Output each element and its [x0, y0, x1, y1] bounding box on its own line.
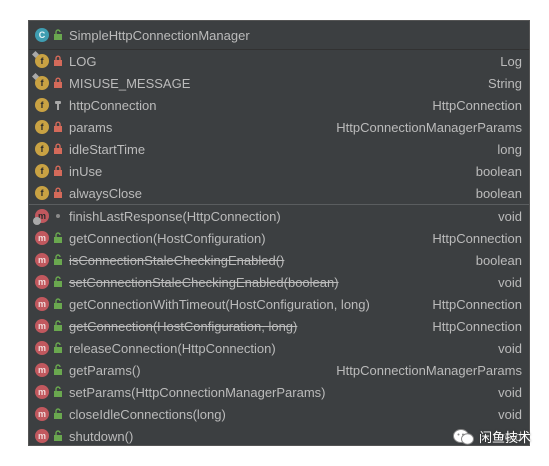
package-visibility-icon [53, 210, 63, 222]
field-name: inUse [69, 163, 103, 179]
method-icon: m [35, 429, 49, 443]
field-row[interactable]: f params HttpConnectionManagerParams [29, 116, 529, 138]
field-icon: f [35, 164, 49, 178]
static-field-icon: f [35, 54, 49, 68]
return-type: HttpConnection [432, 296, 522, 312]
method-row[interactable]: m closeIdleConnections(long) void [29, 403, 529, 425]
public-visibility-icon [53, 232, 63, 244]
private-visibility-icon [53, 187, 63, 199]
return-type: HttpConnectionManagerParams [336, 362, 522, 378]
private-visibility-icon [53, 165, 63, 177]
field-type: boolean [475, 185, 522, 201]
return-type: void [498, 406, 522, 422]
method-signature: isConnectionStaleCheckingEnabled() [69, 252, 285, 268]
field-icon: f [35, 120, 49, 134]
public-visibility-icon [53, 386, 63, 398]
private-visibility-icon [53, 55, 63, 67]
method-row[interactable]: m releaseConnection(HttpConnection) void [29, 337, 529, 359]
public-visibility-icon [53, 276, 63, 288]
method-row[interactable]: m isConnectionStaleCheckingEnabled() boole… [29, 249, 529, 271]
field-type: HttpConnection [432, 97, 522, 113]
public-visibility-icon [53, 430, 63, 442]
return-type: HttpConnection [432, 318, 522, 334]
method-icon: m [35, 253, 49, 267]
field-icon: f [35, 142, 49, 156]
field-type: boolean [475, 163, 522, 179]
wechat-icon [453, 428, 475, 446]
public-visibility-icon [53, 364, 63, 376]
field-row[interactable]: f httpConnection HttpConnection [29, 94, 529, 116]
method-signature: getParams() [69, 362, 141, 378]
method-signature: getConnection(HostConfiguration, long) [69, 318, 298, 334]
return-type: void [498, 384, 522, 400]
field-row[interactable]: f inUse boolean [29, 160, 529, 182]
field-name: MISUSE_MESSAGE [69, 75, 191, 91]
field-type: long [497, 141, 522, 157]
structure-popup: C SimpleHttpConnectionManager f LOG Log f MI… [28, 20, 530, 446]
method-row[interactable]: m getConnection(HostConfiguration, long) H… [29, 315, 529, 337]
field-name: params [69, 119, 113, 135]
static-field-icon: f [35, 76, 49, 90]
method-icon: m [35, 319, 49, 333]
return-type: void [498, 208, 522, 224]
method-icon: m [35, 275, 49, 289]
method-row[interactable]: m setConnectionStaleCheckingEnabled(boole… [29, 271, 529, 293]
class-name: SimpleHttpConnectionManager [69, 27, 250, 43]
method-signature: setConnectionStaleCheckingEnabled(boolea… [69, 274, 339, 290]
method-row[interactable]: m getConnectionWithTimeout(HostConfigurat… [29, 293, 529, 315]
method-signature: setParams(HttpConnectionManagerParams) [69, 384, 326, 400]
field-name: LOG [69, 53, 97, 69]
field-type: Log [500, 53, 522, 69]
field-name: httpConnection [69, 97, 157, 113]
field-name: idleStartTime [69, 141, 146, 157]
method-signature: shutdown() [69, 428, 134, 444]
protected-visibility-icon [53, 99, 63, 111]
method-row[interactable]: m setParams(HttpConnectionManagerParams) v… [29, 381, 529, 403]
public-visibility-icon [53, 254, 63, 266]
field-type: HttpConnectionManagerParams [336, 119, 522, 135]
method-signature: getConnection(HostConfiguration) [69, 230, 266, 246]
public-visibility-icon [53, 408, 63, 420]
field-row[interactable]: f idleStartTime long [29, 138, 529, 160]
field-name: alwaysClose [69, 185, 142, 201]
private-visibility-icon [53, 77, 63, 89]
field-row[interactable]: f LOG Log [29, 50, 529, 72]
public-visibility-icon [53, 320, 63, 332]
method-signature: releaseConnection(HttpConnection) [69, 340, 276, 356]
method-row[interactable]: m getConnection(HostConfiguration) HttpCon… [29, 227, 529, 249]
field-row[interactable]: f MISUSE_MESSAGE String [29, 72, 529, 94]
method-icon: m [35, 231, 49, 245]
public-visibility-icon [53, 342, 63, 354]
field-icon: f [35, 186, 49, 200]
private-visibility-icon [53, 121, 63, 133]
watermark: 闲鱼技术 [453, 427, 531, 446]
method-icon: m [35, 407, 49, 421]
return-type: boolean [475, 252, 522, 268]
field-icon: f [35, 98, 49, 112]
public-visibility-icon [53, 29, 63, 41]
method-row[interactable]: m finishLastResponse(HttpConnection) void [29, 205, 529, 227]
method-signature: getConnectionWithTimeout(HostConfigurati… [69, 296, 370, 312]
method-row[interactable]: m getParams() HttpConnectionManagerParams [29, 359, 529, 381]
field-row[interactable]: f alwaysClose boolean [29, 182, 529, 204]
return-type: HttpConnection [432, 230, 522, 246]
method-signature: finishLastResponse(HttpConnection) [69, 208, 281, 224]
method-icon: m [35, 341, 49, 355]
method-icon: m [35, 385, 49, 399]
public-visibility-icon [53, 298, 63, 310]
method-icon: m [35, 297, 49, 311]
return-type: void [498, 274, 522, 290]
return-type: void [498, 340, 522, 356]
popup-header: C SimpleHttpConnectionManager [29, 21, 529, 50]
class-icon: C [35, 28, 49, 42]
private-visibility-icon [53, 143, 63, 155]
static-method-icon: m [33, 209, 49, 225]
method-signature: closeIdleConnections(long) [69, 406, 226, 422]
member-list: f LOG Log f MISUSE_MESSAGE String f httpConnect… [29, 50, 529, 445]
method-icon: m [35, 363, 49, 377]
field-type: String [488, 75, 522, 91]
watermark-text: 闲鱼技术 [479, 430, 532, 445]
